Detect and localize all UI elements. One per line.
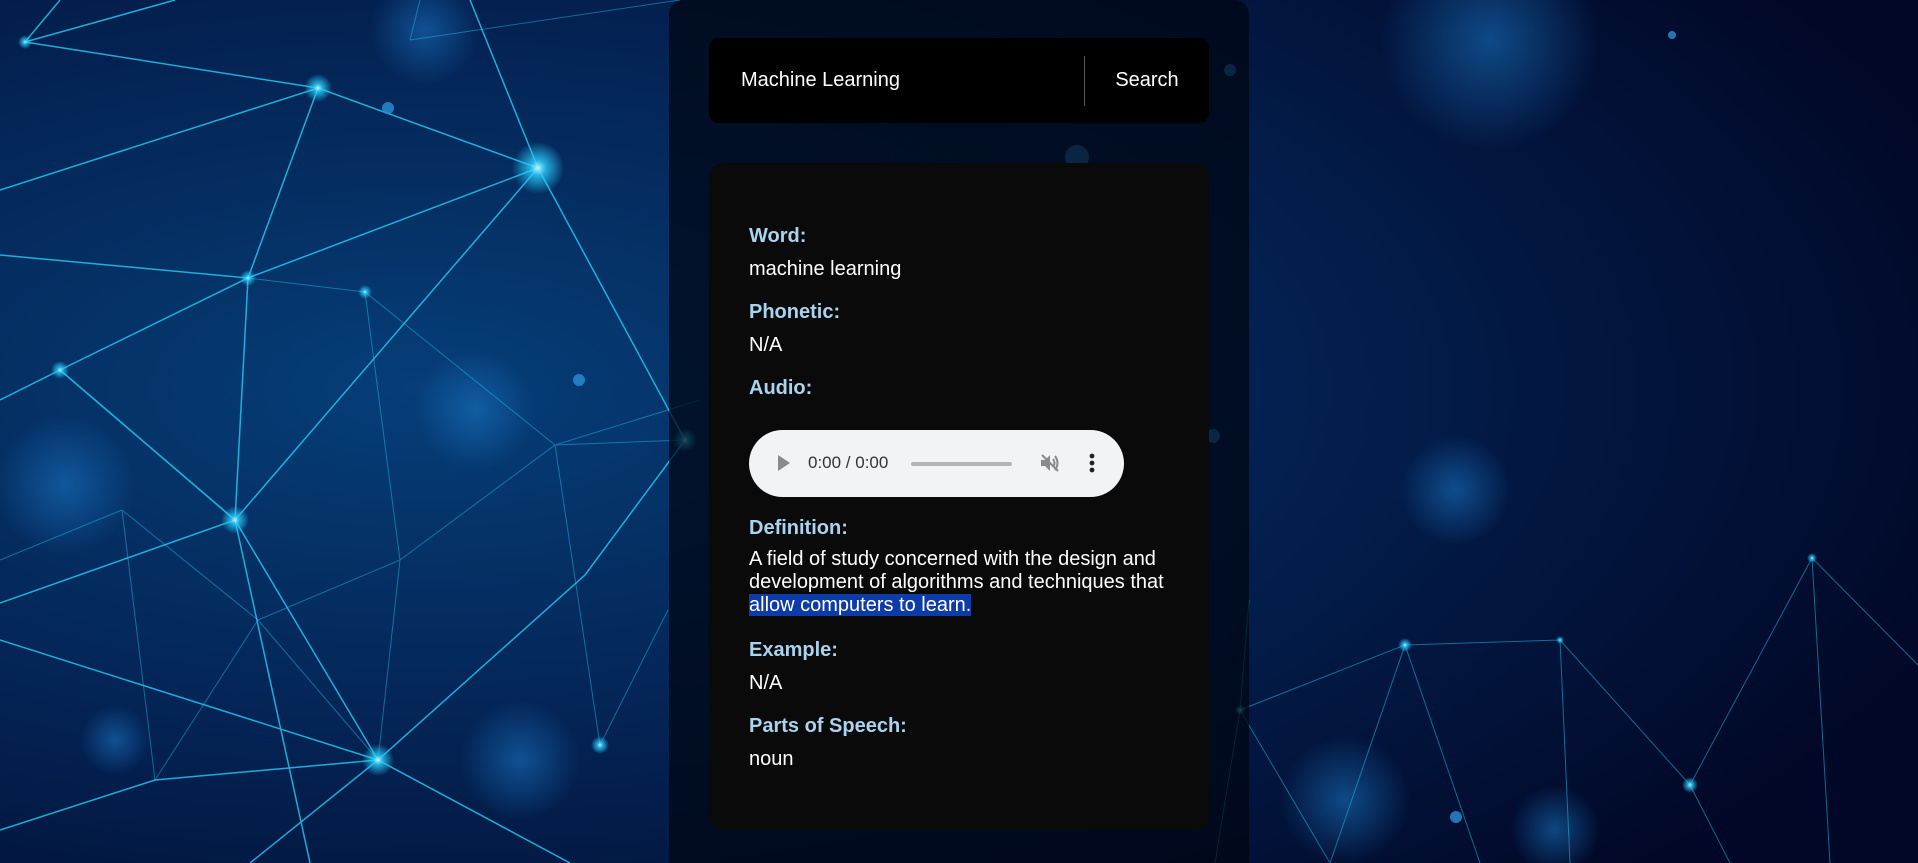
phonetic-label: Phonetic: (749, 301, 841, 323)
search-button[interactable]: Search (1085, 38, 1209, 123)
volume-icon[interactable] (1039, 452, 1061, 479)
example-value: N/A (749, 672, 783, 694)
parts-of-speech-value: noun (749, 748, 794, 770)
definition-value: A field of study concerned with the desi… (749, 548, 1179, 617)
word-value: machine learning (749, 258, 902, 280)
more-vertical-icon[interactable] (1088, 452, 1096, 479)
search-bar: Search (709, 38, 1209, 123)
audio-label: Audio: (749, 377, 813, 399)
phonetic-value: N/A (749, 334, 783, 356)
word-label: Word: (749, 225, 807, 247)
audio-player[interactable]: 0:00 / 0:00 (749, 430, 1124, 497)
text-selection: allow computers to learn. (749, 594, 972, 616)
parts-of-speech-label: Parts of Speech: (749, 715, 907, 737)
definition-label: Definition: (749, 517, 848, 539)
play-icon[interactable] (777, 454, 791, 477)
definition-line: A field of study concerned with the desi… (749, 548, 1156, 570)
definition-line-selected: allow computers to learn. (749, 594, 1179, 617)
result-card: Word: machine learning Phonetic: N/A Aud… (709, 163, 1209, 830)
example-label: Example: (749, 639, 838, 661)
audio-time: 0:00 / 0:00 (808, 453, 889, 472)
audio-progress-track[interactable] (911, 462, 1012, 466)
definition-line: development of algorithms and techniques… (749, 571, 1164, 593)
search-input[interactable] (709, 38, 1084, 123)
